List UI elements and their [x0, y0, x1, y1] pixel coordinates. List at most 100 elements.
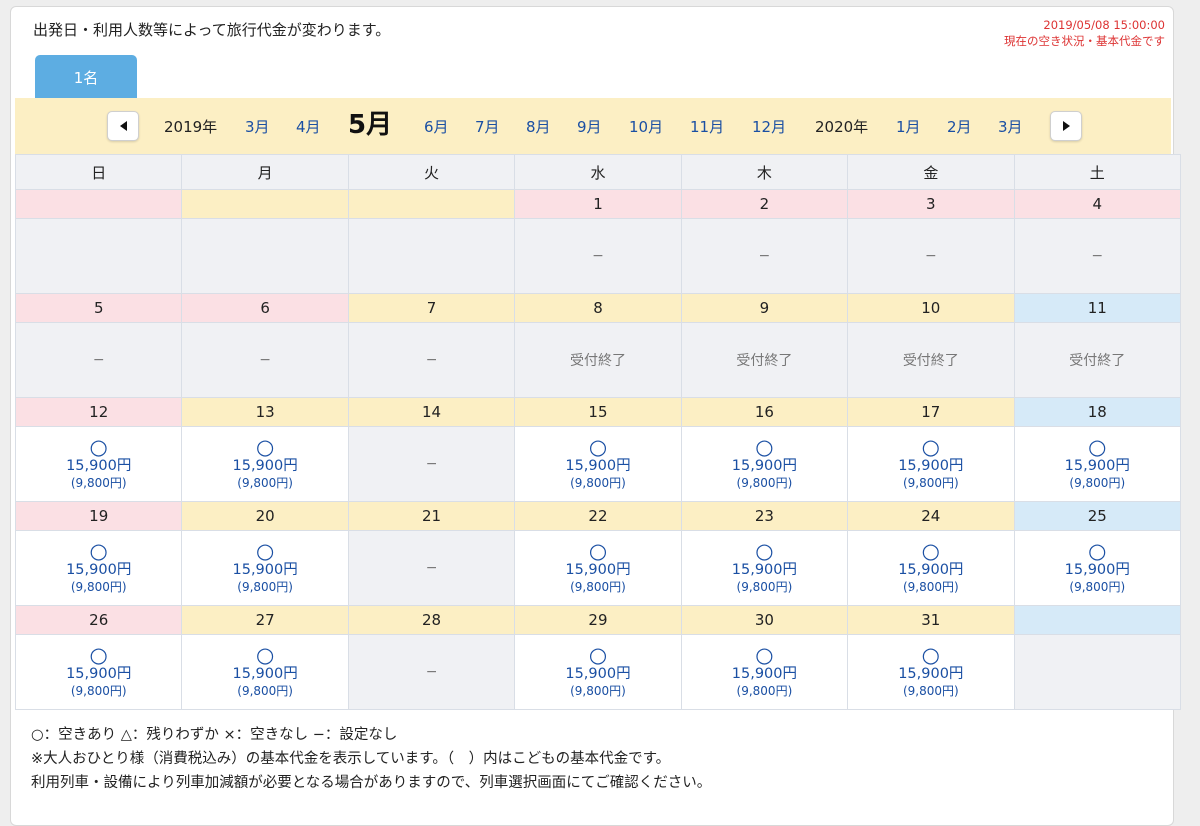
weekday-sun: 日: [14, 154, 183, 190]
day-price-cell[interactable]: ○ 15,900円 (9,800円): [847, 530, 1015, 606]
date-cell: 4: [1013, 189, 1182, 219]
triangle-right-icon: [1062, 121, 1070, 131]
date-cell: 22: [514, 501, 682, 531]
date-cell: 27: [181, 605, 349, 635]
available-icon: ○: [89, 435, 108, 459]
date-cell: 26: [14, 605, 183, 635]
day-cell-blank: [181, 218, 349, 294]
day-price-cell[interactable]: ○ 15,900円 (9,800円): [847, 426, 1015, 502]
child-price: (9,800円): [902, 476, 959, 490]
available-icon: ○: [255, 435, 275, 459]
date-cell-empty: [14, 189, 183, 219]
adult-price: 15,900円: [232, 562, 298, 578]
date-cell: 5: [14, 293, 183, 323]
adult-price: 15,900円: [66, 666, 132, 682]
legend: ○：空きあり △：残りわずか ×：空きなし −：設定なし ※大人おひとり様（消費…: [31, 723, 711, 795]
day-status-none: −: [680, 218, 849, 294]
date-cell: 31: [847, 605, 1015, 635]
day-price-cell[interactable]: ○ 15,900円 (9,800円): [680, 634, 849, 710]
child-price: (9,800円): [902, 684, 959, 698]
day-price-cell[interactable]: ○ 15,900円 (9,800円): [181, 426, 349, 502]
day-cell-blank: [347, 218, 516, 294]
day-price-cell[interactable]: ○ 15,900円 (9,800円): [1013, 530, 1182, 606]
day-price-cell[interactable]: ○ 15,900円 (9,800円): [680, 426, 849, 502]
date-cell: 17: [847, 397, 1015, 427]
child-price: (9,800円): [237, 684, 293, 698]
adult-price: 15,900円: [1064, 458, 1130, 474]
date-cell-empty: [347, 189, 516, 219]
day-status-closed: 受付終了: [514, 322, 682, 398]
next-month-button[interactable]: [1050, 111, 1082, 141]
calendar-grid: 日 月 火 水 木 金 土 1 2 3 4 − − − − 5 6 7 8 9 …: [14, 154, 1182, 710]
date-cell: 13: [181, 397, 349, 427]
month-link-4[interactable]: 4月: [296, 98, 321, 154]
weekday-thu: 木: [680, 154, 849, 190]
day-price-cell[interactable]: ○ 15,900円 (9,800円): [181, 634, 349, 710]
adult-price: 15,900円: [565, 458, 631, 474]
tab-1-person[interactable]: 1名: [35, 55, 137, 99]
adult-price: 15,900円: [731, 562, 798, 578]
date-cell: 2: [680, 189, 849, 219]
adult-price: 15,900円: [565, 562, 631, 578]
month-link-9[interactable]: 9月: [577, 98, 602, 154]
prev-month-button[interactable]: [107, 111, 139, 141]
child-price: (9,800円): [70, 684, 127, 698]
adult-price: 15,900円: [898, 666, 964, 682]
adult-price: 15,900円: [898, 458, 964, 474]
date-cell: 11: [1013, 293, 1182, 323]
day-price-cell[interactable]: ○ 15,900円 (9,800円): [14, 426, 183, 502]
date-cell: 25: [1013, 501, 1182, 531]
legend-price-note: ※大人おひとり様（消費税込み）の基本代金を表示しています。（ ）内はこどもの基本…: [31, 751, 671, 767]
month-link-1[interactable]: 1月: [896, 98, 921, 154]
triangle-left-icon: [119, 121, 127, 131]
day-price-cell[interactable]: ○ 15,900円 (9,800円): [514, 530, 682, 606]
month-link-3[interactable]: 3月: [245, 98, 270, 154]
available-icon: ○: [1088, 435, 1107, 459]
timestamp-note: 現在の空き状況・基本代金です: [1004, 34, 1165, 48]
month-link-7[interactable]: 7月: [475, 98, 500, 154]
day-price-cell[interactable]: ○ 15,900円 (9,800円): [181, 530, 349, 606]
day-price-cell[interactable]: ○ 15,900円 (9,800円): [514, 426, 682, 502]
available-icon: ○: [588, 435, 608, 459]
day-status-none: −: [347, 530, 516, 606]
date-cell: 3: [847, 189, 1015, 219]
child-price: (9,800円): [736, 476, 793, 490]
available-icon: ○: [255, 643, 275, 667]
day-price-cell[interactable]: ○ 15,900円 (9,800円): [14, 530, 183, 606]
day-status-none: −: [347, 322, 516, 398]
child-price: (9,800円): [1069, 476, 1126, 490]
month-link-12[interactable]: 12月: [752, 98, 786, 154]
child-price: (9,800円): [237, 476, 293, 490]
child-price: (9,800円): [736, 580, 793, 594]
year-label-2020: 2020年: [815, 118, 869, 136]
available-icon: ○: [255, 539, 275, 563]
weekday-wed: 水: [514, 154, 682, 190]
month-link-11[interactable]: 11月: [690, 98, 724, 154]
month-link-6[interactable]: 6月: [424, 98, 449, 154]
month-link-3-2020[interactable]: 3月: [998, 98, 1023, 154]
month-link-10[interactable]: 10月: [629, 98, 663, 154]
available-icon: ○: [89, 539, 108, 563]
month-link-8[interactable]: 8月: [526, 98, 551, 154]
month-link-2[interactable]: 2月: [947, 98, 972, 154]
day-status-none: −: [514, 218, 682, 294]
date-cell: 18: [1013, 397, 1182, 427]
adult-price: 15,900円: [66, 562, 132, 578]
adult-price: 15,900円: [565, 666, 631, 682]
day-price-cell[interactable]: ○ 15,900円 (9,800円): [514, 634, 682, 710]
date-cell: 16: [680, 397, 849, 427]
day-price-cell[interactable]: ○ 15,900円 (9,800円): [847, 634, 1015, 710]
child-price: (9,800円): [1069, 580, 1126, 594]
day-price-cell[interactable]: ○ 15,900円 (9,800円): [1013, 426, 1182, 502]
day-price-cell[interactable]: ○ 15,900円 (9,800円): [680, 530, 849, 606]
day-price-cell[interactable]: ○ 15,900円 (9,800円): [14, 634, 183, 710]
date-cell: 30: [680, 605, 849, 635]
date-cell-empty: [1013, 605, 1182, 635]
date-cell: 24: [847, 501, 1015, 531]
date-cell: 29: [514, 605, 682, 635]
timestamp-block: 2019/05/08 15:00:00 現在の空き状況・基本代金です: [1004, 17, 1165, 49]
year-label-2019: 2019年: [164, 118, 218, 136]
child-price: (9,800円): [902, 580, 959, 594]
date-cell: 19: [14, 501, 183, 531]
date-cell: 14: [347, 397, 516, 427]
